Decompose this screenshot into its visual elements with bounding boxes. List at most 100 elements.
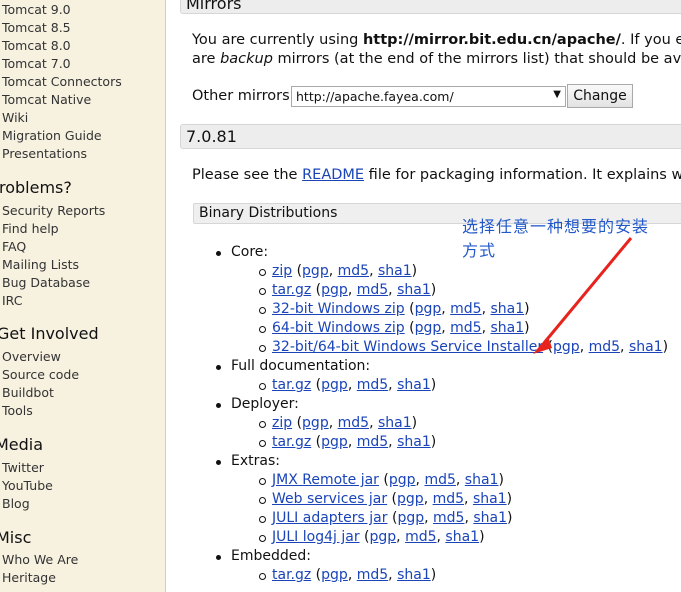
sha1-link[interactable]: sha1	[491, 320, 525, 336]
download-link[interactable]: tar.gz	[272, 567, 311, 583]
pgp-link[interactable]: pgp	[321, 567, 348, 583]
readme-prefix: Please see the	[192, 167, 303, 183]
sha1-link[interactable]: sha1	[465, 472, 499, 488]
sidebar-heading-media: Media	[0, 435, 44, 454]
download-link[interactable]: 32-bit Windows zip	[272, 301, 405, 317]
readme-suffix: file for packaging information. It expla…	[368, 167, 681, 183]
download-link[interactable]: tar.gz	[272, 434, 311, 450]
separator: ,	[455, 472, 465, 488]
pgp-link[interactable]: pgp	[321, 377, 348, 393]
md5-link[interactable]: md5	[424, 472, 455, 488]
separator: ,	[396, 529, 406, 545]
download-link[interactable]: JULI adapters jar	[272, 510, 388, 526]
pgp-link[interactable]: pgp	[321, 434, 348, 450]
sidebar-item-source-code[interactable]: Source code	[2, 367, 79, 382]
download-link[interactable]: Web services jar	[272, 491, 387, 507]
md5-link[interactable]: md5	[433, 510, 464, 526]
pgp-link[interactable]: pgp	[302, 415, 329, 431]
sha1-link[interactable]: sha1	[473, 491, 507, 507]
sidebar-item-who-we-are[interactable]: Who We Are	[2, 552, 78, 567]
separator: ,	[441, 320, 451, 336]
md5-link[interactable]: md5	[357, 282, 388, 298]
sidebar-item-irc[interactable]: IRC	[2, 293, 22, 308]
pgp-link[interactable]: pgp	[389, 472, 416, 488]
sidebar-item-find-help[interactable]: Find help	[2, 221, 59, 236]
separator: (	[404, 320, 415, 336]
sidebar-item-presentations[interactable]: Presentations	[2, 146, 87, 161]
download-link[interactable]: JULI log4j jar	[272, 529, 360, 545]
sidebar-item-blog[interactable]: Blog	[2, 496, 30, 511]
pgp-link[interactable]: pgp	[302, 263, 329, 279]
md5-link[interactable]: md5	[433, 491, 464, 507]
readme-link[interactable]: README	[302, 167, 364, 183]
sidebar-item-heritage[interactable]: Heritage	[2, 570, 56, 585]
download-link[interactable]: JMX Remote jar	[272, 472, 379, 488]
mirror-select[interactable]: http://apache.fayea.com/ ▼	[291, 86, 566, 107]
sidebar-item-tomcat-native[interactable]: Tomcat Native	[2, 92, 91, 107]
sidebar-item-mailing-lists[interactable]: Mailing Lists	[2, 257, 79, 272]
download-link[interactable]: zip	[272, 263, 292, 279]
sidebar-item-faq[interactable]: FAQ	[2, 239, 26, 254]
sidebar-item-tomcat-8[interactable]: Tomcat 8.0	[2, 38, 71, 53]
md5-link[interactable]: md5	[357, 434, 388, 450]
pgp-link[interactable]: pgp	[321, 282, 348, 298]
separator: )	[524, 301, 530, 317]
pgp-link[interactable]: pgp	[397, 510, 424, 526]
md5-link[interactable]: md5	[589, 339, 620, 355]
download-link[interactable]: 32-bit/64-bit Windows Service Installer	[272, 339, 543, 355]
mirrors-info-line-1: You are currently using http://mirror.bi…	[192, 32, 681, 48]
separator: ,	[388, 377, 398, 393]
sha1-link[interactable]: sha1	[397, 434, 431, 450]
change-mirror-button[interactable]: Change	[567, 84, 633, 108]
sidebar-item-bug-database[interactable]: Bug Database	[2, 275, 90, 290]
separator: (	[387, 491, 398, 507]
md5-link[interactable]: md5	[450, 320, 481, 336]
sidebar-item-overview[interactable]: Overview	[2, 349, 61, 364]
download-link[interactable]: 64-bit Windows zip	[272, 320, 405, 336]
download-link[interactable]: tar.gz	[272, 377, 311, 393]
md5-link[interactable]: md5	[450, 301, 481, 317]
sha1-link[interactable]: sha1	[491, 301, 525, 317]
pgp-link[interactable]: pgp	[397, 491, 424, 507]
sha1-link[interactable]: sha1	[629, 339, 663, 355]
sha1-link[interactable]: sha1	[378, 415, 412, 431]
separator: (	[387, 510, 398, 526]
sidebar-item-tools[interactable]: Tools	[2, 403, 33, 418]
separator: (	[404, 301, 415, 317]
sidebar-item-tomcat-7[interactable]: Tomcat 7.0	[2, 56, 71, 71]
sha1-link[interactable]: sha1	[397, 567, 431, 583]
separator: ,	[481, 320, 491, 336]
sidebar-item-tomcat-connectors[interactable]: Tomcat Connectors	[2, 74, 122, 89]
sha1-link[interactable]: sha1	[473, 510, 507, 526]
download-link[interactable]: zip	[272, 415, 292, 431]
sidebar-item-migration-guide[interactable]: Migration Guide	[2, 128, 102, 143]
pgp-link[interactable]: pgp	[370, 529, 397, 545]
sidebar-item-youtube[interactable]: YouTube	[2, 478, 53, 493]
md5-link[interactable]: md5	[357, 567, 388, 583]
pgp-link[interactable]: pgp	[415, 320, 442, 336]
md5-link[interactable]: md5	[357, 377, 388, 393]
separator: (	[543, 339, 554, 355]
sidebar-item-tomcat-85[interactable]: Tomcat 8.5	[2, 20, 71, 35]
separator: )	[430, 282, 437, 298]
separator: ,	[328, 263, 338, 279]
list-item: 32-bit Windows zip (pgp, md5, sha1)	[259, 301, 530, 317]
sha1-link[interactable]: sha1	[445, 529, 479, 545]
sidebar: Tomcat 9.0 Tomcat 8.5 Tomcat 8.0 Tomcat …	[0, 0, 166, 592]
sha1-link[interactable]: sha1	[378, 263, 412, 279]
sha1-link[interactable]: sha1	[397, 282, 431, 298]
pgp-link[interactable]: pgp	[553, 339, 580, 355]
sidebar-item-security-reports[interactable]: Security Reports	[2, 203, 105, 218]
download-link[interactable]: tar.gz	[272, 282, 311, 298]
sha1-link[interactable]: sha1	[397, 377, 431, 393]
list-item: Web services jar (pgp, md5, sha1)	[258, 491, 512, 507]
pgp-link[interactable]: pgp	[415, 301, 442, 317]
sidebar-item-tomcat-9[interactable]: Tomcat 9.0	[2, 2, 71, 17]
md5-link[interactable]: md5	[405, 529, 436, 545]
md5-link[interactable]: md5	[338, 263, 369, 279]
sidebar-item-buildbot[interactable]: Buildbot	[2, 385, 54, 400]
sidebar-item-wiki[interactable]: Wiki	[2, 110, 28, 125]
category-embedded: Embedded:	[216, 548, 311, 564]
md5-link[interactable]: md5	[338, 415, 369, 431]
sidebar-item-twitter[interactable]: Twitter	[2, 460, 44, 475]
